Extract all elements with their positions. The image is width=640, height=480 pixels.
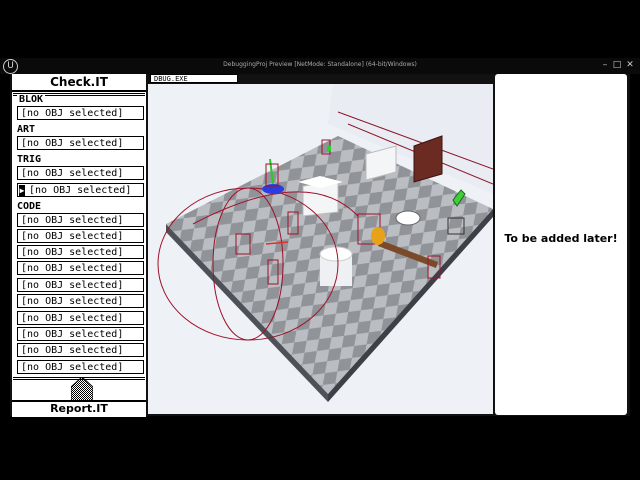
section-label-art: ART	[17, 124, 36, 135]
trig-field-selected[interactable]: ▶ [no OBJ selected]	[17, 183, 144, 197]
info-panel: To be added later!	[495, 74, 627, 415]
code-field[interactable]: [no OBJ selected]	[17, 343, 144, 357]
window-title: DebuggingProj Preview [NetMode: Standalo…	[223, 61, 417, 68]
code-field[interactable]: [no OBJ selected]	[17, 311, 144, 325]
level-scene	[148, 84, 493, 414]
trig-field[interactable]: [no OBJ selected]	[17, 166, 144, 180]
code-field[interactable]: [no OBJ selected]	[17, 360, 144, 374]
report-button[interactable]: Report.IT	[12, 400, 146, 417]
pickup	[327, 146, 331, 151]
code-field[interactable]: [no OBJ selected]	[17, 278, 144, 292]
section-label-code: CODE	[17, 201, 42, 212]
blok-field[interactable]: [no OBJ selected]	[17, 106, 144, 120]
close-button[interactable]: ✕	[625, 60, 635, 71]
viewport-tab[interactable]: DBUG.EXE	[150, 74, 238, 83]
placeholder-text: To be added later!	[504, 232, 618, 245]
game-viewport[interactable]	[148, 84, 493, 414]
field-text: [no OBJ selected]	[29, 185, 132, 196]
selection-cursor-icon: ▶	[19, 185, 25, 196]
maximize-button[interactable]: □	[612, 60, 622, 71]
checkit-title: Check.IT	[12, 74, 146, 92]
code-field[interactable]: [no OBJ selected]	[17, 261, 144, 275]
art-field[interactable]: [no OBJ selected]	[17, 136, 144, 150]
report-tab-icon	[71, 377, 93, 401]
checkit-panel: Check.IT BLOK [no OBJ selected] ART [no …	[12, 74, 146, 417]
code-field[interactable]: [no OBJ selected]	[17, 245, 144, 259]
code-field[interactable]: [no OBJ selected]	[17, 294, 144, 308]
code-field[interactable]: [no OBJ selected]	[17, 229, 144, 243]
section-label-trig: TRIG	[17, 154, 42, 165]
code-field[interactable]: [no OBJ selected]	[17, 213, 144, 227]
section-label-blok: BLOK	[17, 94, 46, 105]
minimize-button[interactable]: –	[600, 60, 610, 71]
window-titlebar[interactable]: U DebuggingProj Preview [NetMode: Standa…	[0, 58, 640, 74]
yellow-actor	[371, 227, 385, 245]
table	[395, 210, 421, 226]
code-field[interactable]: [no OBJ selected]	[17, 327, 144, 341]
